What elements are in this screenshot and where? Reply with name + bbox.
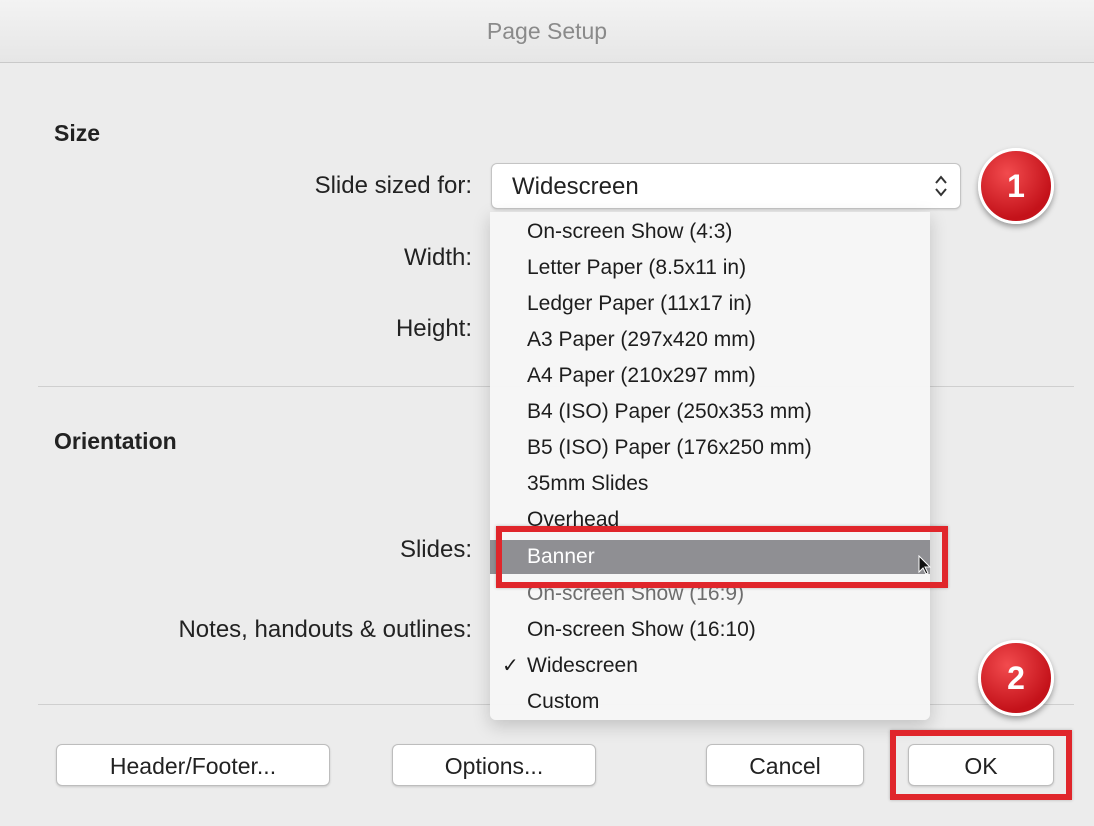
chevron-up-down-icon	[935, 175, 947, 197]
cancel-button[interactable]: Cancel	[706, 744, 864, 786]
window-title: Page Setup	[0, 0, 1094, 63]
menu-item-onscreen-16-10[interactable]: On-screen Show (16:10)	[490, 614, 930, 646]
menu-item-35mm-slides[interactable]: 35mm Slides	[490, 468, 930, 500]
options-button[interactable]: Options...	[392, 744, 596, 786]
menu-item-custom[interactable]: Custom	[490, 686, 930, 718]
ok-annotation-box	[890, 730, 1072, 800]
menu-item-letter-paper[interactable]: Letter Paper (8.5x11 in)	[490, 252, 930, 284]
menu-item-ledger-paper[interactable]: Ledger Paper (11x17 in)	[490, 288, 930, 320]
menu-item-b4-paper[interactable]: B4 (ISO) Paper (250x353 mm)	[490, 396, 930, 428]
slides-orientation-label: Slides:	[399, 536, 472, 563]
checkmark-icon: ✓	[502, 655, 519, 677]
menu-item-a3-paper[interactable]: A3 Paper (297x420 mm)	[490, 324, 930, 356]
menu-item-onscreen-4-3[interactable]: On-screen Show (4:3)	[490, 216, 930, 248]
menu-item-b5-paper[interactable]: B5 (ISO) Paper (176x250 mm)	[490, 432, 930, 464]
width-label: Width:	[403, 244, 472, 271]
notes-orientation-label: Notes, handouts & outlines:	[178, 616, 472, 643]
banner-annotation-box	[496, 526, 948, 588]
header-footer-button[interactable]: Header/Footer...	[56, 744, 330, 786]
slide-size-selected-value: Widescreen	[512, 173, 639, 200]
slide-size-select[interactable]: Widescreen	[491, 163, 961, 209]
page-setup-dialog: Page Setup Size Slide sized for: Width: …	[0, 0, 1094, 826]
step-2-callout: 2	[978, 640, 1054, 716]
slide-size-dropdown-menu: On-screen Show (4:3) Letter Paper (8.5x1…	[490, 212, 930, 720]
menu-item-a4-paper[interactable]: A4 Paper (210x297 mm)	[490, 360, 930, 392]
slide-sized-for-label: Slide sized for:	[314, 172, 472, 199]
step-1-callout: 1	[978, 148, 1054, 224]
mouse-pointer-icon	[918, 555, 932, 575]
size-heading: Size	[54, 120, 101, 146]
orientation-heading: Orientation	[54, 428, 177, 454]
height-label: Height:	[395, 315, 472, 342]
menu-item-widescreen[interactable]: ✓ Widescreen	[490, 650, 930, 682]
